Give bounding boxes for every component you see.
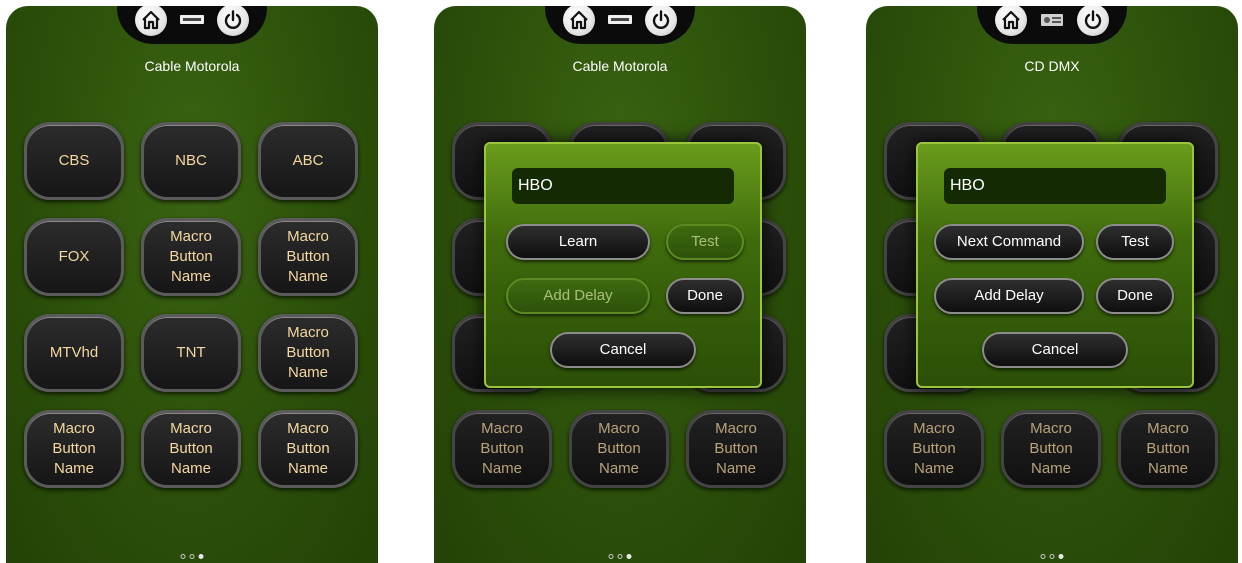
learn-button[interactable]: Learn [506, 224, 650, 260]
done-button[interactable]: Done [1096, 278, 1174, 314]
add-delay-button[interactable]: Add Delay [506, 278, 650, 314]
macro-button[interactable]: Macro Button Name [258, 218, 358, 296]
page-dot[interactable] [180, 554, 186, 559]
macro-button[interactable]: Macro Button Name [141, 218, 241, 296]
page-dot[interactable] [608, 554, 614, 559]
remote-screen-3: CD DMX Macro Button Name Macro Button Na… [866, 6, 1238, 563]
page-dot[interactable] [1040, 554, 1046, 559]
macro-button[interactable]: Macro Button Name [452, 410, 552, 488]
page-dot[interactable] [189, 554, 195, 559]
macro-button[interactable]: ABC [258, 122, 358, 200]
macro-button[interactable]: Macro Button Name [258, 410, 358, 488]
cancel-button[interactable]: Cancel [550, 332, 696, 368]
macro-button[interactable]: Macro Button Name [141, 410, 241, 488]
page-dot-active[interactable] [626, 554, 632, 559]
macro-button[interactable]: NBC [141, 122, 241, 200]
page-dot-active[interactable] [198, 554, 204, 559]
page-indicator[interactable] [1040, 554, 1064, 559]
macro-button[interactable]: Macro Button Name [569, 410, 669, 488]
page-dot-active[interactable] [1058, 554, 1064, 559]
macro-button[interactable]: Macro Button Name [686, 410, 786, 488]
macro-button[interactable]: MTVhd [24, 314, 124, 392]
macro-button[interactable]: Macro Button Name [1118, 410, 1218, 488]
test-button[interactable]: Test [1096, 224, 1174, 260]
macro-button[interactable]: CBS [24, 122, 124, 200]
add-delay-button[interactable]: Add Delay [934, 278, 1084, 314]
page-dot[interactable] [617, 554, 623, 559]
macro-button[interactable]: Macro Button Name [258, 314, 358, 392]
test-button[interactable]: Test [666, 224, 744, 260]
macro-button[interactable]: FOX [24, 218, 124, 296]
macro-button[interactable]: Macro Button Name [1001, 410, 1101, 488]
done-button[interactable]: Done [666, 278, 744, 314]
macro-button-grid: CBS NBC ABC FOX Macro Button Name Macro … [6, 6, 378, 563]
page-dot[interactable] [1049, 554, 1055, 559]
macro-button[interactable]: Macro Button Name [884, 410, 984, 488]
next-command-button[interactable]: Next Command [934, 224, 1084, 260]
page-indicator[interactable] [180, 554, 204, 559]
learn-dialog: HBO Next Command Test Add Delay Done Can… [916, 142, 1194, 388]
remote-screen-2: Cable Motorola Macro Button Name Macro B… [434, 6, 806, 563]
page-indicator[interactable] [608, 554, 632, 559]
command-name-field[interactable]: HBO [512, 168, 734, 204]
macro-button[interactable]: TNT [141, 314, 241, 392]
cancel-button[interactable]: Cancel [982, 332, 1128, 368]
remote-screen-1: Cable Motorola CBS NBC ABC FOX Macro But… [6, 6, 378, 563]
learn-dialog: HBO Learn Test Add Delay Done Cancel [484, 142, 762, 388]
command-name-field[interactable]: HBO [944, 168, 1166, 204]
macro-button[interactable]: Macro Button Name [24, 410, 124, 488]
